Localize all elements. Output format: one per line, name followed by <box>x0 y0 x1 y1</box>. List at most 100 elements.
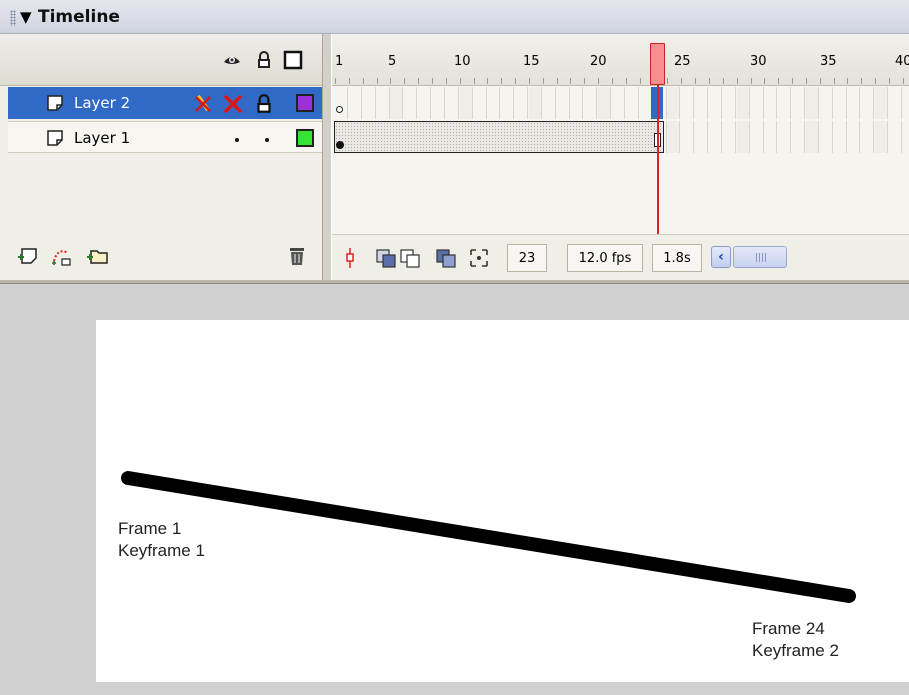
frame-cell[interactable] <box>515 87 529 119</box>
frame-cell[interactable] <box>681 121 695 153</box>
ruler-tick <box>764 78 766 84</box>
timeline-footer: 23 12.0 fps 1.8s ‹ <box>332 234 909 280</box>
frame-cell[interactable] <box>709 121 722 153</box>
frame-cell[interactable] <box>377 87 390 119</box>
edit-multiple-frames-icon[interactable] <box>435 247 457 269</box>
frame-cell[interactable] <box>723 121 736 153</box>
frame-row-layer-2[interactable] <box>332 87 909 119</box>
frame-cell[interactable] <box>543 87 556 119</box>
timeline-stage-separator[interactable] <box>0 280 909 284</box>
frame-cell[interactable] <box>847 121 861 153</box>
trash-icon[interactable] <box>285 245 309 267</box>
frame-cell[interactable] <box>474 87 487 119</box>
frame-cell[interactable] <box>487 87 501 119</box>
frame-cell[interactable] <box>584 87 598 119</box>
frame-cell[interactable] <box>390 87 404 119</box>
red-x-icon[interactable] <box>222 93 244 115</box>
frame-cell[interactable] <box>418 87 432 119</box>
playhead[interactable] <box>650 43 665 85</box>
collapse-arrow-icon[interactable]: ▼ <box>20 8 32 26</box>
frame-cell[interactable] <box>612 87 625 119</box>
frame-cell[interactable] <box>363 87 376 119</box>
frame-cell[interactable] <box>570 87 584 119</box>
frame-cell[interactable] <box>528 87 542 119</box>
frame-cell[interactable] <box>778 121 792 153</box>
visibility-dot-icon[interactable] <box>226 128 248 150</box>
frame-cell[interactable] <box>557 87 570 119</box>
frame-cell[interactable] <box>820 87 833 119</box>
onion-skin-icon[interactable] <box>375 247 397 269</box>
ruler-tick <box>625 78 627 84</box>
frame-cell[interactable] <box>792 87 806 119</box>
insert-layer-icon[interactable] <box>16 245 40 267</box>
layer-row-layer-1[interactable]: Layer 1 <box>8 121 322 153</box>
frame-cell[interactable] <box>667 121 681 153</box>
panel-grip-handle[interactable] <box>10 10 16 26</box>
frame-cell[interactable] <box>834 87 847 119</box>
frame-cell[interactable] <box>889 87 902 119</box>
frame-ruler[interactable]: 1 5 10 15 20 25 30 35 40 <box>332 34 909 86</box>
pencil-crossed-icon[interactable] <box>192 93 214 115</box>
scroll-left-button[interactable]: ‹ <box>711 246 731 268</box>
frame-cell[interactable] <box>736 87 750 119</box>
frame-cell[interactable] <box>889 121 902 153</box>
frame-cell[interactable] <box>723 87 736 119</box>
frame-cell[interactable] <box>709 87 722 119</box>
frame-cell[interactable] <box>681 87 695 119</box>
panel-splitter[interactable] <box>322 34 332 280</box>
layer-row-layer-2[interactable]: Layer 2 <box>8 87 322 119</box>
frame-cell[interactable] <box>667 87 681 119</box>
frame-cell[interactable] <box>446 87 459 119</box>
frame-cell[interactable] <box>349 87 362 119</box>
layer-name[interactable]: Layer 1 <box>74 129 130 147</box>
frame-cell[interactable] <box>875 121 889 153</box>
timeline-panel-title-bar[interactable]: ▼ Timeline <box>0 0 909 34</box>
frame-cell[interactable] <box>764 121 778 153</box>
horizontal-scrollbar-thumb[interactable] <box>733 246 787 268</box>
frame-cell[interactable] <box>778 87 792 119</box>
frame-cell[interactable] <box>805 87 819 119</box>
elapsed-time-readout: 1.8s <box>652 244 702 272</box>
frame-cell[interactable] <box>820 121 833 153</box>
lock-dot-icon[interactable] <box>256 128 278 150</box>
frame-cell[interactable] <box>861 87 875 119</box>
frame-rate-readout[interactable]: 12.0 fps <box>567 244 643 272</box>
frame-cell[interactable] <box>764 87 778 119</box>
layer-outline-color-box[interactable] <box>296 129 314 147</box>
frame-cell[interactable] <box>459 87 473 119</box>
frame-cell[interactable] <box>751 87 764 119</box>
insert-folder-icon[interactable] <box>86 245 110 267</box>
blank-keyframe-marker[interactable] <box>336 106 343 113</box>
eye-icon[interactable] <box>222 50 242 70</box>
frame-cell[interactable] <box>432 87 445 119</box>
frame-cell[interactable] <box>792 121 806 153</box>
frame-cell[interactable] <box>736 121 750 153</box>
frame-cell[interactable] <box>598 87 612 119</box>
frame-cell[interactable] <box>626 87 639 119</box>
frame-cell[interactable] <box>695 121 709 153</box>
add-motion-guide-icon[interactable] <box>50 245 74 267</box>
frame-cell[interactable] <box>695 87 709 119</box>
lock-icon[interactable] <box>253 93 275 115</box>
frame-cell[interactable] <box>861 121 875 153</box>
frame-cell[interactable] <box>404 87 418 119</box>
frame-cell[interactable] <box>847 87 861 119</box>
center-frame-icon[interactable] <box>342 247 358 269</box>
layer-name[interactable]: Layer 2 <box>74 94 130 112</box>
modify-onion-markers-icon[interactable] <box>468 247 490 269</box>
onion-skin-outlines-icon[interactable] <box>399 247 421 269</box>
frame-cell[interactable] <box>335 87 348 119</box>
frame-cell[interactable] <box>875 87 889 119</box>
ruler-tick <box>667 78 669 84</box>
frame-cell[interactable] <box>751 121 764 153</box>
frame-cell[interactable] <box>834 121 847 153</box>
frame-span-layer-1[interactable] <box>334 121 664 153</box>
keyframe-marker[interactable] <box>336 141 344 149</box>
lock-icon[interactable] <box>254 50 274 70</box>
frame-cell[interactable] <box>805 121 819 153</box>
ruler-tick <box>889 78 890 84</box>
outline-icon[interactable] <box>283 50 303 70</box>
stage[interactable]: Frame 1 Keyframe 1 Frame 24 Keyframe 2 <box>96 320 909 682</box>
frame-cell[interactable] <box>501 87 515 119</box>
layer-outline-color-box[interactable] <box>296 94 314 112</box>
